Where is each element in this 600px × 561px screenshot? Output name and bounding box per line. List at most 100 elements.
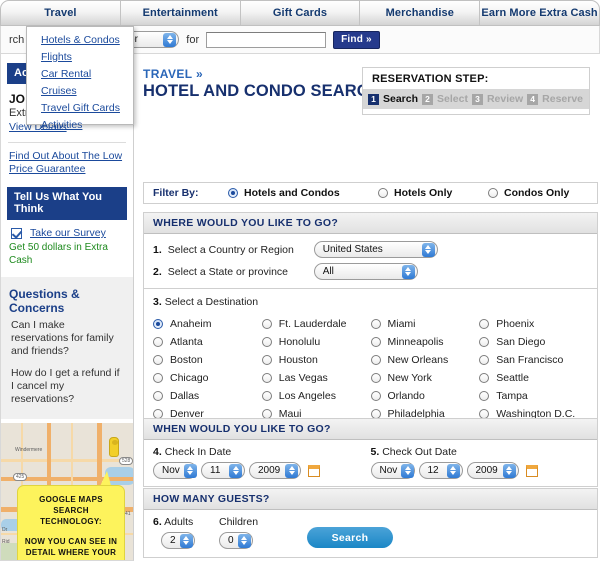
nav-item-merchandise[interactable]: Merchandise (360, 1, 481, 25)
where-panel: WHERE WOULD YOU LIKE TO GO? 1. Select a … (143, 212, 598, 433)
radio-icon[interactable] (479, 337, 490, 347)
destination-label: Honolulu (278, 336, 321, 348)
destination-houston[interactable]: Houston (261, 351, 371, 369)
radio-icon[interactable] (370, 337, 381, 347)
destination-tampa[interactable]: Tampa (479, 387, 588, 405)
radio-icon[interactable] (261, 319, 272, 329)
destination-las-vegas[interactable]: Las Vegas (261, 369, 371, 387)
radio-icon[interactable] (488, 188, 498, 198)
radio-icon[interactable] (479, 355, 490, 365)
google-map-promo[interactable]: Windermere 425 528 41 Dr Rid GOOGLE MAPS… (1, 423, 133, 560)
check-out-year-select[interactable]: 2009 (466, 462, 519, 479)
radio-icon[interactable] (153, 373, 163, 383)
calendar-icon[interactable] (525, 464, 538, 477)
step-label-select: Select (437, 93, 468, 105)
step-label-search: Search (383, 93, 419, 105)
guests-panel: HOW MANY GUESTS? 6. Adults 2 Children 0 … (143, 488, 598, 558)
survey-row[interactable]: Take our Survey (1, 220, 133, 239)
state-select[interactable]: All (313, 263, 418, 280)
destination-label: New Orleans (387, 354, 449, 366)
menu-item-flights[interactable]: Flights (27, 49, 133, 66)
destination-ft-lauderdale[interactable]: Ft. Lauderdale (261, 315, 371, 333)
menu-item-cruises[interactable]: Cruises (27, 83, 133, 100)
state-label: Select a State or province (167, 265, 288, 278)
destination-los-angeles[interactable]: Los Angeles (261, 387, 371, 405)
check-in-month-select[interactable]: Nov (153, 462, 197, 479)
check-in-day-select[interactable]: 11 (201, 462, 245, 479)
menu-item-travel-gift-cards[interactable]: Travel Gift Cards (27, 100, 133, 117)
radio-icon[interactable] (153, 355, 163, 365)
destination-label: Atlanta (170, 336, 203, 348)
destination-boston[interactable]: Boston (153, 351, 262, 369)
check-out-day-select[interactable]: 12 (418, 462, 463, 479)
destination-section: 3. Select a Destination Anaheim Atlanta … (144, 288, 597, 432)
guests-panel-header: HOW MANY GUESTS? (144, 489, 597, 510)
radio-icon[interactable] (370, 319, 381, 329)
map-label: 41 (125, 511, 131, 517)
destination-label: Tampa (496, 390, 528, 402)
destination-minneapolis[interactable]: Minneapolis (370, 333, 480, 351)
nav-item-earn-more-extra-cash[interactable]: Earn More Extra Cash (480, 1, 599, 25)
destination-title: 3. Select a Destination (153, 296, 588, 308)
destination-atlanta[interactable]: Atlanta (153, 333, 262, 351)
reservation-step-title: RESERVATION STEP: (372, 73, 489, 85)
radio-icon[interactable] (261, 337, 272, 347)
low-price-guarantee-link[interactable]: Find Out About The Low Price Guarantee (1, 143, 133, 178)
radio-icon[interactable] (479, 319, 490, 329)
radio-icon[interactable] (479, 391, 490, 401)
nav-item-gift-cards[interactable]: Gift Cards (241, 1, 361, 25)
filter-option-hotels-and-condos[interactable]: Hotels and Condos (228, 187, 378, 199)
adults-select[interactable]: 2 (161, 532, 195, 549)
destination-label: Select a Destination (164, 296, 259, 308)
destination-dallas[interactable]: Dallas (153, 387, 262, 405)
question-item[interactable]: Can I make reservations for family and f… (1, 319, 133, 367)
question-item[interactable]: How do I get a refund if I cancel my res… (1, 367, 133, 415)
destination-new-orleans[interactable]: New Orleans (370, 351, 480, 369)
checkbox-checked-icon (11, 228, 22, 239)
find-button[interactable]: Find » (333, 30, 380, 49)
destination-honolulu[interactable]: Honolulu (261, 333, 371, 351)
check-out-month-select[interactable]: Nov (370, 462, 415, 479)
radio-icon-selected[interactable] (153, 319, 163, 329)
destination-anaheim[interactable]: Anaheim (153, 315, 262, 333)
destination-label: Anaheim (170, 318, 212, 330)
destination-orlando[interactable]: Orlando (370, 387, 480, 405)
destination-chicago[interactable]: Chicago (153, 369, 262, 387)
radio-icon[interactable] (261, 373, 272, 383)
children-select[interactable]: 0 (219, 532, 253, 549)
radio-icon[interactable] (370, 391, 381, 401)
search-input[interactable] (206, 31, 327, 48)
menu-item-car-rental[interactable]: Car Rental (27, 66, 133, 83)
check-in-label: Check In Date (164, 446, 232, 458)
destination-san-diego[interactable]: San Diego (479, 333, 588, 351)
radio-icon[interactable] (153, 337, 163, 347)
check-in-year-select[interactable]: 2009 (249, 462, 301, 479)
menu-item-hotels-condos[interactable]: Hotels & Condos (27, 32, 133, 49)
step-label-review: Review (486, 93, 524, 105)
filter-option-label: Hotels Only (394, 187, 453, 199)
nav-item-travel[interactable]: Travel (1, 1, 121, 25)
country-select[interactable]: United States (313, 241, 438, 258)
stepper-arrows-icon (237, 533, 251, 548)
radio-icon[interactable] (378, 188, 388, 198)
radio-icon[interactable] (261, 355, 272, 365)
destination-label: Boston (170, 354, 203, 366)
search-button[interactable]: Search (307, 527, 393, 548)
destination-miami[interactable]: Miami (370, 315, 480, 333)
filter-option-hotels-only[interactable]: Hotels Only (378, 187, 488, 199)
calendar-icon[interactable] (308, 464, 320, 477)
nav-item-entertainment[interactable]: Entertainment (121, 1, 241, 25)
filter-option-condos-only[interactable]: Condos Only (488, 187, 569, 199)
menu-item-activities[interactable]: Activities (27, 117, 133, 134)
radio-icon-selected[interactable] (228, 188, 238, 198)
radio-icon[interactable] (153, 391, 163, 401)
destination-phoenix[interactable]: Phoenix (479, 315, 588, 333)
destination-seattle[interactable]: Seattle (479, 369, 588, 387)
destination-san-francisco[interactable]: San Francisco (479, 351, 588, 369)
radio-icon[interactable] (479, 373, 490, 383)
radio-icon[interactable] (261, 391, 272, 401)
destination-new-york[interactable]: New York (370, 369, 480, 387)
radio-icon[interactable] (370, 355, 381, 365)
take-survey-link[interactable]: Take our Survey (30, 227, 106, 239)
radio-icon[interactable] (370, 373, 381, 383)
